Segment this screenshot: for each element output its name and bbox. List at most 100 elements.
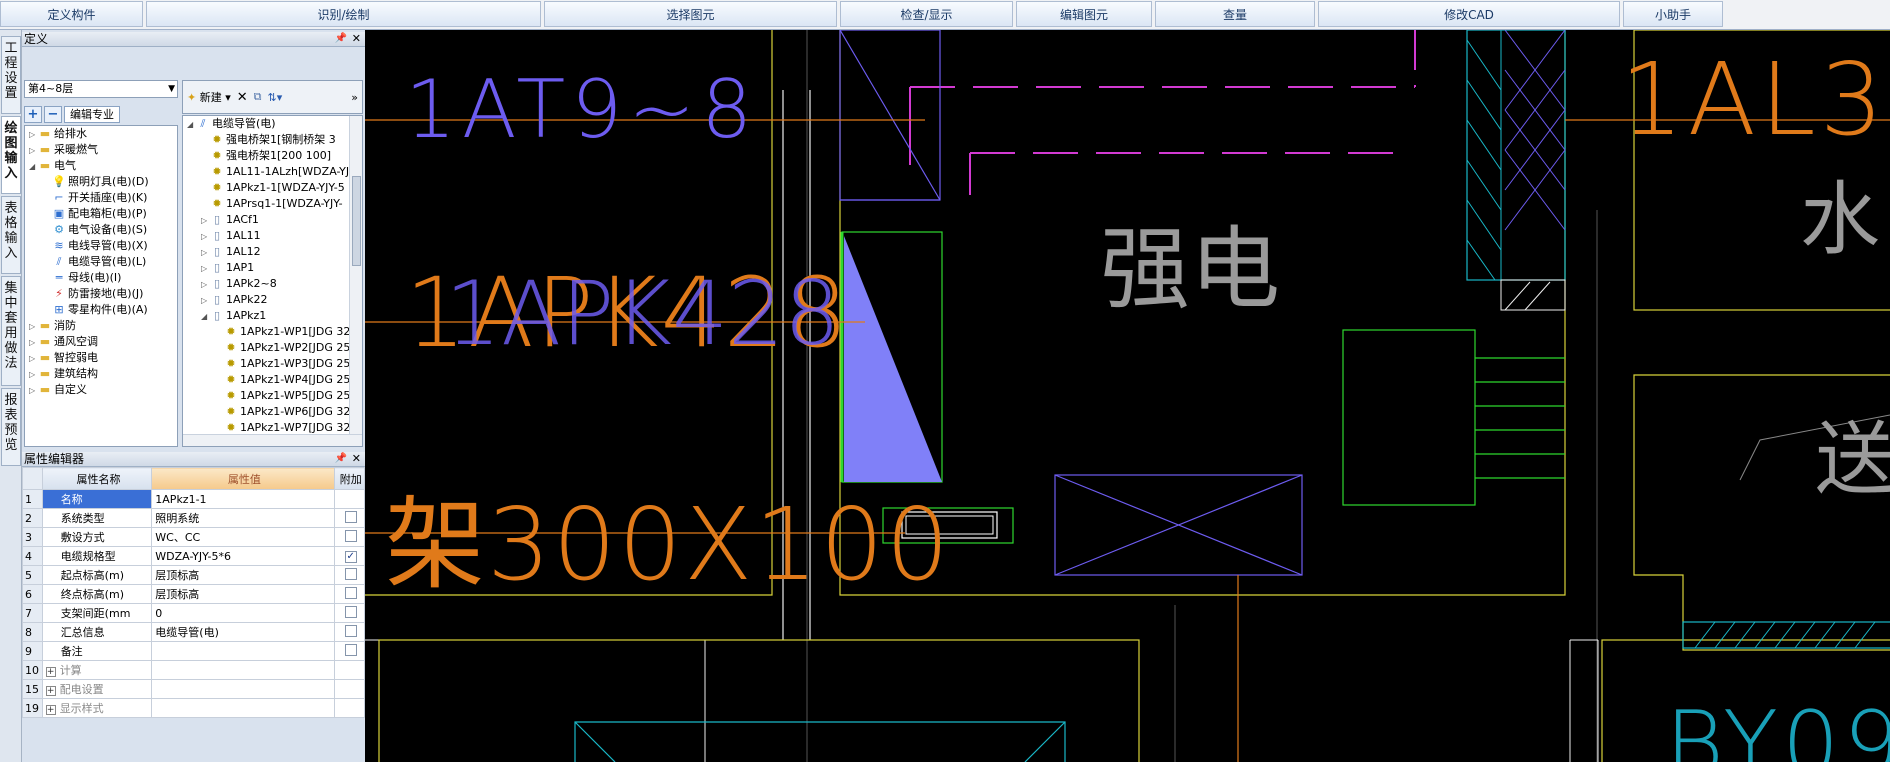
tab-apply-methods[interactable]: 集中套用做法 [1, 276, 21, 386]
expander-icon[interactable]: ▷ [201, 213, 210, 229]
property-row[interactable]: 10 + 计算 [22, 660, 365, 680]
toolbar-edit-element[interactable]: 编辑图元 [1016, 1, 1152, 27]
toolbar-query-quantity[interactable]: 查量 [1155, 1, 1315, 27]
expand-all-button[interactable]: + [24, 105, 42, 123]
expander-icon[interactable]: ▷ [29, 367, 38, 383]
component-tree-item[interactable]: ◢ ▯ 1APkz1 [183, 308, 362, 324]
extra-checkbox[interactable]: ✓ [344, 551, 357, 563]
cad-label-tray-size[interactable]: 架300X100 [385, 495, 951, 595]
property-value-cell[interactable]: WDZA-YJY-5*6 [151, 546, 335, 566]
specialty-tree-item[interactable]: ◢ ▬ 电气 [25, 158, 177, 174]
expand-plus-icon[interactable]: + [45, 667, 56, 677]
cad-label-send[interactable]: 送 [1815, 420, 1890, 500]
property-row[interactable]: 15 + 配电设置 [22, 679, 365, 699]
component-tree-item[interactable]: ✹ 强电桥架1[钢制桥架 3 [183, 132, 362, 148]
component-tree-hscrollbar[interactable] [183, 434, 362, 446]
specialty-tree-item[interactable]: ▷ ▬ 消防 [25, 318, 177, 334]
chevron-down-icon[interactable]: ▼ [168, 81, 175, 97]
more-icon[interactable]: » [351, 91, 358, 104]
specialty-tree-item[interactable]: ▷ ▬ 智控弱电 [25, 350, 177, 366]
component-tree-item[interactable]: ✹ 1APkz1-WP1[JDG 32 [183, 324, 362, 340]
component-tree-item[interactable]: ▷ ▯ 1AP1 [183, 260, 362, 276]
component-tree-scrollbar[interactable] [349, 116, 362, 446]
component-tree-item[interactable]: ✹ 1AL11-1ALzh[WDZA-YJ [183, 164, 362, 180]
expand-plus-icon[interactable]: + [45, 686, 56, 696]
toolbar-select-element[interactable]: 选择图元 [544, 1, 837, 27]
component-tree-item[interactable]: ▷ ▯ 1APk2~8 [183, 276, 362, 292]
component-tree-item[interactable]: ✹ 强电桥架1[200 100] [183, 148, 362, 164]
specialty-tree-item[interactable]: ▷ ▬ 给排水 [25, 126, 177, 142]
specialty-tree-item[interactable]: 💡 照明灯具(电)(D) [25, 174, 177, 190]
expander-icon[interactable]: ▷ [29, 319, 38, 335]
property-value-cell[interactable]: WC、CC [151, 527, 335, 547]
property-value-cell[interactable]: 0 [151, 603, 335, 623]
specialty-tree-item[interactable]: ≋ 电线导管(电)(X) [25, 238, 177, 254]
cad-label-1apk428-purple[interactable]: 1APK428 [445, 270, 840, 358]
property-value-cell[interactable] [151, 679, 335, 699]
component-tree-item[interactable]: ▷ ▯ 1AL11 [183, 228, 362, 244]
property-value-cell[interactable] [151, 698, 335, 718]
expander-icon[interactable]: ▷ [29, 351, 38, 367]
expander-icon[interactable]: ▷ [201, 293, 210, 309]
specialty-tree-item[interactable]: ▷ ▬ 自定义 [25, 382, 177, 398]
cad-canvas[interactable]: 1AT9~8 1AL31 1APK428 1APK428 架300X100 强电… [365, 30, 1890, 762]
toolbar-identify-draw[interactable]: 识别/绘制 [146, 1, 541, 27]
copy-icon[interactable]: ⧉ [254, 90, 262, 104]
extra-checkbox[interactable] [344, 510, 357, 523]
specialty-tree-item[interactable]: ▷ ▬ 建筑结构 [25, 366, 177, 382]
extra-checkbox[interactable] [344, 529, 357, 542]
specialty-tree-item[interactable]: ▣ 配电箱柜(电)(P) [25, 206, 177, 222]
cad-label-strong-current[interactable]: 强电 [1100, 225, 1280, 315]
component-tree-item[interactable]: ✹ 1APkz1-1[WDZA-YJY-5 [183, 180, 362, 196]
expander-icon[interactable]: ▷ [201, 277, 210, 293]
specialty-tree-item[interactable]: ▷ ▬ 采暖燃气 [25, 142, 177, 158]
tab-table-input[interactable]: 表格输入 [1, 196, 21, 274]
specialty-tree-item[interactable]: ⫽ 电缆导管(电)(L) [25, 254, 177, 270]
specialty-tree-item[interactable]: ⊞ 零星构件(电)(A) [25, 302, 177, 318]
tab-drawing-input[interactable]: 绘图输入 [1, 116, 21, 194]
component-tree-item[interactable]: ▷ ▯ 1ACf1 [183, 212, 362, 228]
expander-icon[interactable]: ▷ [201, 261, 210, 277]
edit-specialty-button[interactable]: 编辑专业 [64, 105, 120, 123]
property-value-cell[interactable]: 1APkz1-1 [151, 489, 335, 509]
component-tree-item[interactable]: ✹ 1APkz1-WP2[JDG 25 [183, 340, 362, 356]
expander-icon[interactable]: ◢ [29, 159, 38, 175]
component-tree-item[interactable]: ▷ ▯ 1APk22 [183, 292, 362, 308]
toolbar-assistant[interactable]: 小助手 [1623, 1, 1723, 27]
expander-icon[interactable]: ▷ [201, 229, 210, 245]
property-row[interactable]: 9 备注 [22, 641, 365, 661]
close-icon[interactable]: ✕ [352, 452, 361, 466]
component-tree-item[interactable]: ✹ 1APkz1-WP6[JDG 32 [183, 404, 362, 420]
component-tree-item[interactable]: ✹ 1APkz1-WP3[JDG 25 [183, 356, 362, 372]
property-value-cell[interactable] [151, 641, 335, 661]
specialty-tree-item[interactable]: ⚡ 防雷接地(电)(J) [25, 286, 177, 302]
pin-icon[interactable]: 📌 [335, 452, 347, 466]
property-value-cell[interactable]: 电缆导管(电) [151, 622, 335, 642]
specialty-tree-item[interactable]: ▷ ▬ 通风空调 [25, 334, 177, 350]
specialty-tree-item[interactable]: ⌐ 开关插座(电)(K) [25, 190, 177, 206]
collapse-all-button[interactable]: − [44, 105, 62, 123]
extra-checkbox[interactable] [344, 643, 357, 656]
component-tree-item[interactable]: ▷ ▯ 1AL12 [183, 244, 362, 260]
delete-icon[interactable]: ✕ [237, 90, 248, 105]
scroll-thumb[interactable] [352, 176, 361, 266]
property-row[interactable]: 3 敷设方式 WC、CC [22, 527, 365, 547]
property-row[interactable]: 2 系统类型 照明系统 [22, 508, 365, 528]
specialty-tree-item[interactable]: ═ 母线(电)(I) [25, 270, 177, 286]
property-row[interactable]: 19 + 显示样式 [22, 698, 365, 718]
cad-label-water[interactable]: 水 [1800, 180, 1880, 260]
specialty-tree-item[interactable]: ⚙ 电气设备(电)(S) [25, 222, 177, 238]
floor-select[interactable]: 第4~8层 ▼ [24, 80, 178, 98]
property-value-cell[interactable] [151, 660, 335, 680]
extra-checkbox[interactable] [344, 567, 357, 580]
property-row[interactable]: 7 支架间距(mm 0 [22, 603, 365, 623]
expander-icon[interactable]: ▷ [29, 383, 38, 399]
extra-checkbox[interactable] [344, 586, 357, 599]
expand-plus-icon[interactable]: + [45, 705, 56, 715]
expander-icon[interactable]: ▷ [29, 335, 38, 351]
cad-label-1al31[interactable]: 1AL31 [1620, 50, 1890, 150]
component-tree-item[interactable]: ✹ 1APkz1-WP4[JDG 25 [183, 372, 362, 388]
pin-icon[interactable]: 📌 [335, 32, 347, 46]
sort-icon[interactable]: ⇅▾ [268, 91, 283, 104]
cad-label-by091[interactable]: BY091 [1665, 700, 1890, 762]
